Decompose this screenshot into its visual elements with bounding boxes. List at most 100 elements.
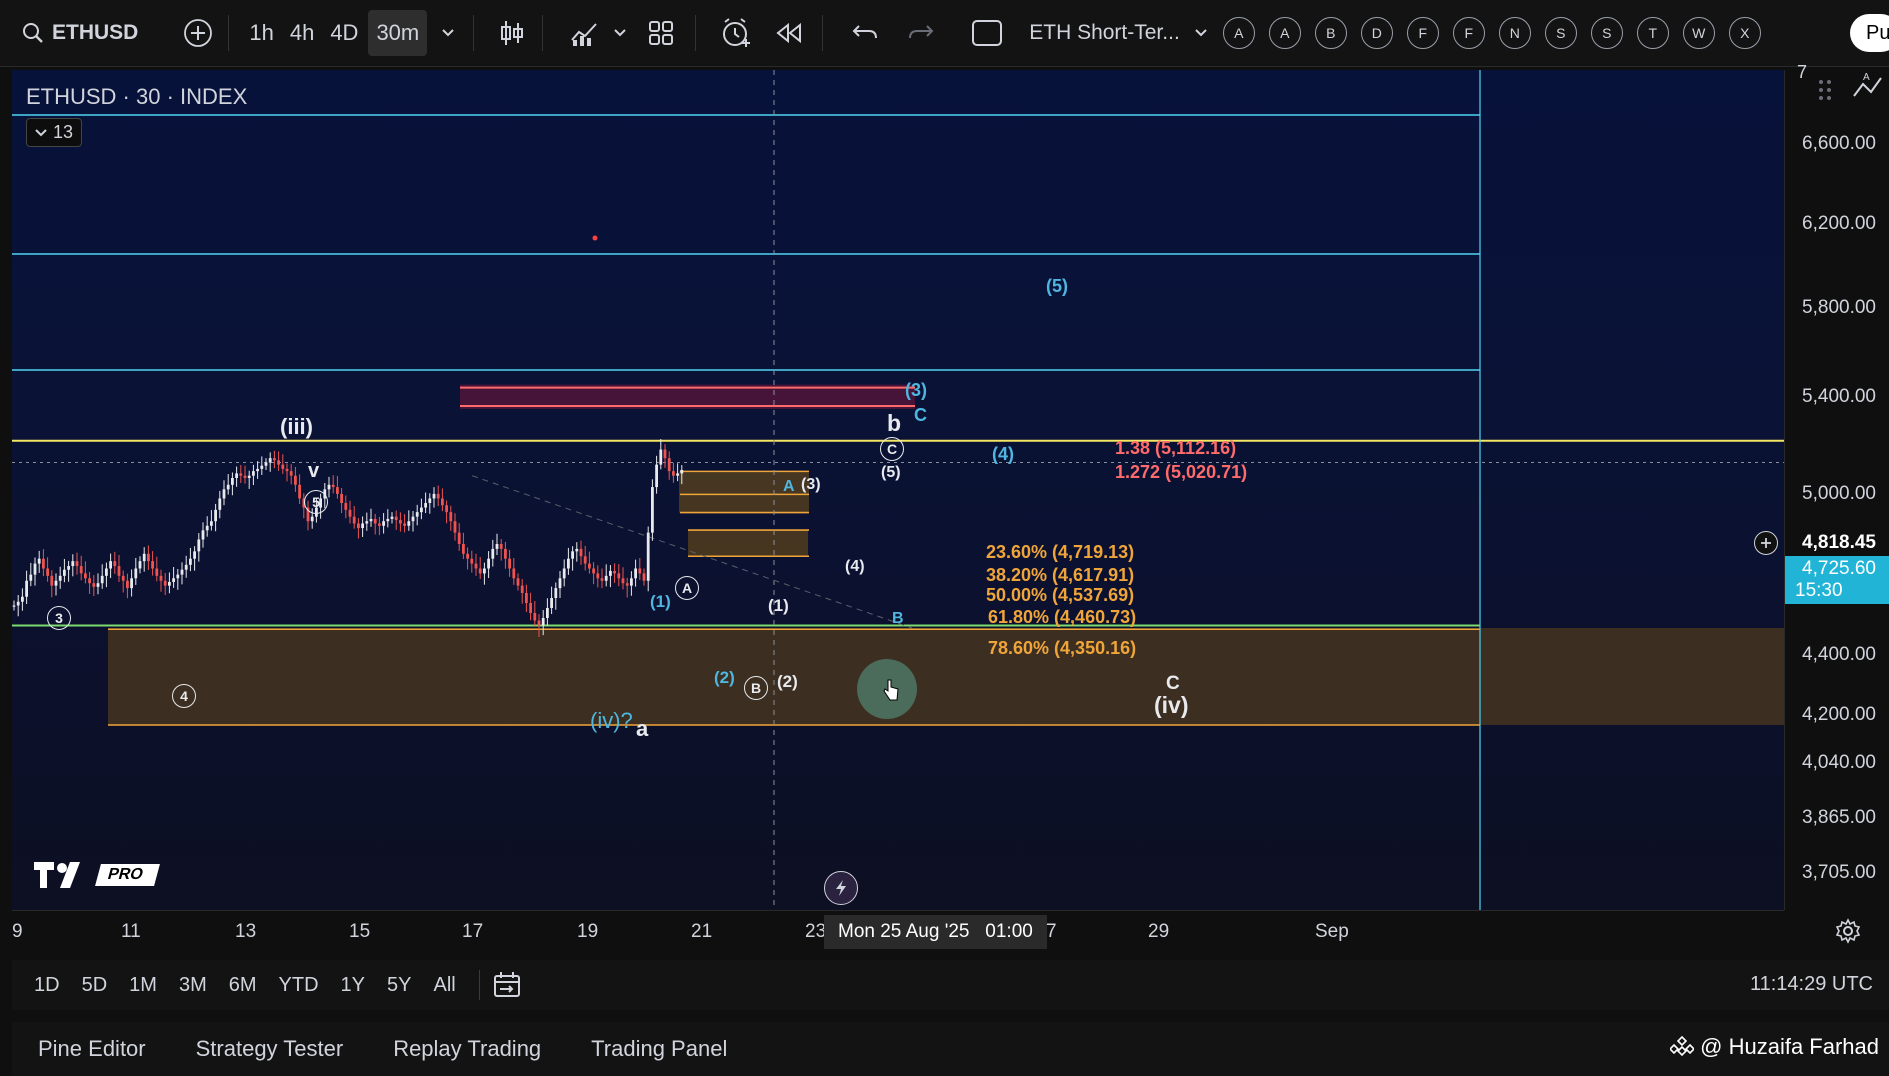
wave-label-5-blue: (5)	[1046, 276, 1068, 296]
drawing-shortcut-d-3[interactable]: D	[1360, 17, 1393, 49]
range-1m[interactable]: 1M	[129, 974, 157, 997]
candle-body	[663, 449, 667, 459]
chart-type-button[interactable]	[498, 18, 526, 48]
drawing-shortcut-a-1[interactable]: A	[1268, 17, 1301, 49]
candle-body	[214, 509, 217, 522]
candle-body	[508, 558, 511, 569]
replay-button[interactable]	[774, 21, 804, 45]
range-3m[interactable]: 3M	[179, 974, 207, 997]
wave-label-a: a	[636, 716, 649, 741]
candle-body	[235, 473, 238, 478]
candle-body	[344, 503, 348, 510]
candle-body	[239, 473, 243, 476]
range-all[interactable]: All	[433, 974, 455, 997]
drawing-shortcut-f-4[interactable]: F	[1406, 17, 1439, 49]
drawing-shortcut-x-11[interactable]: X	[1728, 17, 1761, 49]
candle-body	[33, 563, 37, 575]
add-alert-plus-button[interactable]	[1754, 531, 1778, 555]
tab-strategy-tester[interactable]: Strategy Tester	[196, 1036, 344, 1062]
layout-button[interactable]	[647, 19, 675, 47]
price-axis[interactable]: 7 A 6,600.00 6,200.00 5,800.00 5,400.00 …	[1784, 62, 1889, 910]
range-5d[interactable]: 5D	[82, 974, 108, 997]
indicators-button[interactable]	[569, 18, 599, 48]
drawing-shortcut-a-0[interactable]: A	[1222, 17, 1255, 49]
candle-body	[667, 458, 671, 472]
layout-dropdown[interactable]	[1194, 28, 1208, 38]
candle-body	[373, 518, 377, 524]
auto-scale-icon[interactable]: A	[1851, 70, 1885, 104]
chevron-down-icon	[1195, 29, 1207, 37]
fib-label-382: 38.20% (4,617.91)	[986, 565, 1135, 585]
bar-countdown: 15:30	[1795, 580, 1843, 601]
chevron-down-icon	[442, 29, 454, 37]
drawing-shortcut-s-8[interactable]: S	[1590, 17, 1623, 49]
chart-pane[interactable]: ETHUSD · 30 · INDEX 13 (iii) v b C (3) (…	[12, 70, 1784, 910]
toolbar-divider	[695, 15, 697, 51]
interval-dropdown[interactable]	[441, 28, 455, 38]
chart-canvas[interactable]	[12, 70, 1784, 910]
candle-body	[264, 462, 268, 466]
search-icon	[23, 23, 43, 43]
candle-body	[634, 568, 637, 579]
interval-1h[interactable]: 1h	[249, 20, 273, 46]
range-5y[interactable]: 5Y	[387, 974, 411, 997]
candle-body	[294, 475, 297, 485]
binance-logo-icon	[1670, 1035, 1695, 1057]
candle-body	[625, 583, 629, 586]
drawing-shortcut-n-6[interactable]: N	[1498, 17, 1531, 49]
indicators-toggle[interactable]: 13	[26, 118, 83, 147]
drawing-shortcut-b-2[interactable]: B	[1314, 17, 1347, 49]
candle-body	[474, 563, 478, 569]
candle-body	[630, 578, 633, 586]
drawing-shortcut-w-10[interactable]: W	[1682, 17, 1715, 49]
candle-body	[428, 498, 432, 504]
publish-button[interactable]: Pu	[1850, 14, 1889, 52]
wave-label-v: v	[308, 460, 320, 482]
drag-handle-icon[interactable]	[1813, 74, 1843, 104]
range-ytd[interactable]: YTD	[279, 974, 319, 997]
drawing-shortcut-f-5[interactable]: F	[1452, 17, 1485, 49]
settings-gear-icon[interactable]	[1835, 918, 1861, 944]
undo-button[interactable]	[851, 22, 879, 44]
tab-replay-trading[interactable]: Replay Trading	[393, 1036, 541, 1062]
time-axis[interactable]: 9 11 13 15 17 19 21 23 Mon 25 Aug '25 01…	[12, 910, 1861, 953]
fib-label-236: 23.60% (4,719.13)	[986, 542, 1135, 562]
range-6m[interactable]: 6M	[229, 974, 257, 997]
indicators-dropdown[interactable]	[613, 28, 627, 38]
layout-name[interactable]: ETH Short-Ter...	[1029, 21, 1180, 45]
drawing-shortcut-t-9[interactable]: T	[1636, 17, 1669, 49]
range-1y[interactable]: 1Y	[341, 974, 365, 997]
tab-trading-panel[interactable]: Trading Panel	[591, 1036, 727, 1062]
utc-clock[interactable]: 11:14:29 UTC	[1750, 973, 1873, 996]
candle-body	[105, 568, 108, 576]
alert-button[interactable]	[720, 17, 752, 49]
range-buttons: 1D 5D 1M 3M 6M YTD 1Y 5Y All	[23, 974, 467, 997]
wave-label-1-blue: (1)	[650, 592, 671, 611]
candle-body	[252, 471, 255, 476]
indicators-count: 13	[53, 122, 74, 142]
candle-body	[487, 558, 490, 569]
symbol-search[interactable]: ETHUSD	[22, 21, 138, 45]
candle-body	[273, 458, 276, 461]
redo-button[interactable]	[907, 22, 935, 44]
compare-symbol-button[interactable]	[182, 17, 214, 49]
candle-body	[134, 568, 138, 579]
candle-body	[504, 548, 507, 559]
wave-label-b: b	[887, 410, 902, 436]
interval-4d[interactable]: 4D	[330, 20, 358, 46]
candle-body	[298, 484, 301, 499]
drawing-shortcut-s-7[interactable]: S	[1544, 17, 1577, 49]
layout-toggle[interactable]	[971, 19, 1003, 47]
wave-label-B-blue: B	[892, 610, 904, 627]
range-1d[interactable]: 1D	[34, 974, 60, 997]
go-to-date-icon[interactable]	[492, 970, 524, 1000]
rewind-icon	[776, 22, 802, 44]
candle-body	[478, 568, 482, 574]
toolbar-divider	[228, 15, 230, 51]
interval-30m-active[interactable]: 30m	[368, 10, 428, 56]
price-label: 6,200.00	[1802, 213, 1876, 234]
candle-body	[483, 568, 486, 574]
interval-4h[interactable]: 4h	[290, 20, 314, 46]
events-marker[interactable]	[824, 871, 858, 905]
tab-pine-editor[interactable]: Pine Editor	[38, 1036, 146, 1062]
